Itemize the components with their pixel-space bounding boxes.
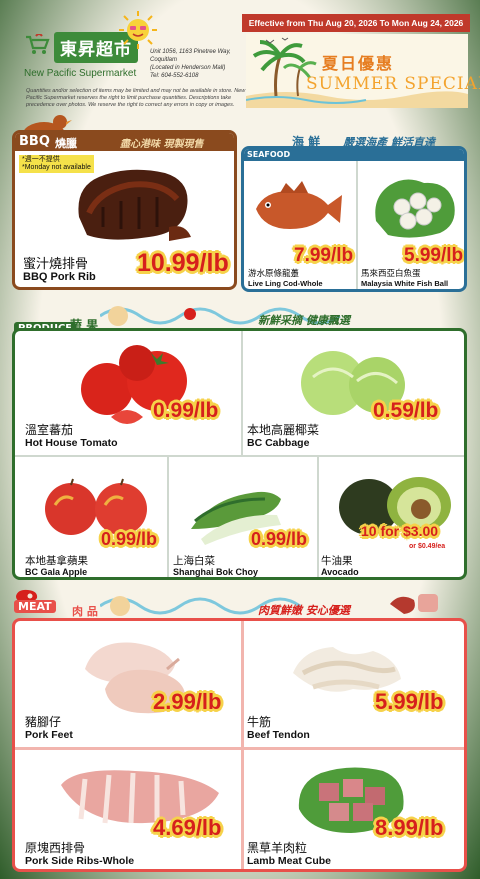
address-line: Coquitlam: [150, 57, 178, 63]
item-name-english: Avocado: [321, 567, 359, 577]
bbq-pork-rib-image: [78, 169, 191, 241]
item-name-chinese: 游水原條龍躉: [248, 269, 300, 279]
seafood-slogan: 嚴選海產 鮮活直達: [343, 136, 435, 149]
item-price: 0.99/lb: [153, 399, 219, 422]
item-price: 0.59/lb: [373, 399, 439, 422]
item-name-chinese: 牛筋: [247, 715, 272, 729]
fish-ball-image: [375, 179, 455, 238]
item-name-chinese: 牛油果: [321, 555, 353, 567]
item-price: 7.99/lb: [294, 245, 354, 266]
summer-special-banner: 夏日優惠 SUMMER SPECIAL: [246, 34, 480, 108]
item-name-chinese: 蜜汁燒排骨: [23, 257, 89, 272]
item-price: 0.99/lb: [101, 529, 158, 549]
item-name-english: Beef Tendon: [247, 729, 310, 741]
produce-divider: [241, 331, 243, 455]
item-name-english: Hot House Tomato: [25, 437, 118, 449]
flyer-header: 東昇超市 New Pacific Supermarket Unit 1056, …: [14, 10, 480, 122]
phone-number: Tel: 604-552-6108: [150, 73, 199, 79]
meat-label-box: MEAT: [14, 588, 58, 613]
produce-divider: [167, 457, 169, 577]
summer-title-chinese: 夏日優惠: [322, 54, 395, 73]
item-name-english: BC Cabbage: [247, 437, 310, 449]
item-name-chinese: 本地高麗椰菜: [247, 423, 320, 437]
item-name-chinese: 豬腳仔: [25, 715, 62, 729]
item-price: 10 for $3.00: [361, 523, 439, 539]
seafood-label-chinese: 海 鮮: [292, 135, 321, 149]
meat-label-chinese: 肉 品: [72, 605, 98, 618]
item-name-chinese: 黑草羊肉粒: [247, 841, 308, 855]
meat-label: MEAT: [14, 600, 56, 613]
item-price: 8.99/lb: [375, 815, 444, 840]
cart-icon: [26, 34, 50, 54]
item-price: 2.99/lb: [153, 689, 222, 714]
gala-apple-image: [45, 478, 147, 535]
summer-title-english: SUMMER SPECIAL: [306, 74, 480, 94]
disclaimer-text: Quantities and/or selection of items may…: [26, 88, 246, 108]
produce-divider: [317, 457, 319, 577]
item-name-chinese: 馬來西亞白魚蛋: [361, 269, 421, 279]
seafood-label: SEAFOOD: [247, 150, 291, 159]
store-address: Unit 1056, 1163 Pinetree Way, Coquitlam …: [150, 48, 240, 80]
address-line: (Located in Henderson Mall): [150, 65, 226, 71]
item-price: 4.69/lb: [153, 815, 222, 840]
item-name-english: Pork Side Ribs-Whole: [25, 855, 135, 867]
item-price: 5.99/lb: [375, 689, 444, 714]
item-name-english: Pork Feet: [25, 729, 73, 741]
item-price: 5.99/lb: [404, 245, 464, 266]
item-name-english: Lamb Meat Cube: [247, 855, 332, 867]
item-name-english: Live Ling Cod-Whole: [248, 279, 323, 288]
item-name-english: BBQ Pork Rib: [23, 271, 96, 283]
item-price: 0.99/lb: [251, 529, 308, 549]
address-line: Unit 1056, 1163 Pinetree Way,: [150, 49, 231, 55]
meat-panel: 豬腳仔 Pork Feet 2.99/lb 牛筋 Beef Tendon 5.9…: [12, 618, 467, 872]
item-name-english: BC Gala Apple: [25, 567, 88, 577]
item-name-english: Shanghai Bok Choy: [173, 567, 259, 577]
bbq-slogan: 盡心港味 現製現售: [120, 139, 204, 150]
item-price: 10.99/lb: [137, 249, 229, 277]
produce-slogan: 新鮮采摘 健康飄選: [258, 314, 350, 327]
logo-english: New Pacific Supermarket: [24, 68, 137, 79]
bbq-panel: BBQ 燒臘 盡心港味 現製現售 *週一不提供 *Monday not avai…: [12, 130, 237, 290]
item-name-chinese: 本地基拿蘋果: [25, 555, 88, 567]
ling-cod-image: [256, 181, 342, 229]
item-name-chinese: 上海白菜: [173, 555, 215, 567]
effective-dates: Effective from Thu Aug 20, 2026 To Mon A…: [242, 14, 470, 32]
produce-panel: 溫室蕃茄 Hot House Tomato 0.99/lb 本地高麗椰菜 BC …: [12, 328, 467, 580]
meat-slogan: 肉質鮮嫩 安心優選: [258, 604, 350, 617]
item-name-english: Malaysia White Fish Ball: [361, 279, 449, 288]
bbq-label: BBQ: [19, 134, 50, 149]
seafood-panel: SEAFOOD 游水原條龍躉 Live Ling Cod-Whole 7.99/…: [241, 146, 467, 292]
bbq-label-chinese: 燒臘: [55, 137, 77, 150]
meat-divider: [15, 747, 464, 750]
item-name-chinese: 溫室蕃茄: [25, 423, 74, 437]
flyer-page: 東昇超市 New Pacific Supermarket Unit 1056, …: [0, 0, 480, 879]
produce-divider: [15, 455, 464, 457]
sun-icon: [119, 11, 157, 49]
seafood-divider: [356, 161, 358, 289]
item-subnote: or $0.49/ea: [409, 543, 446, 550]
item-name-chinese: 原塊西排骨: [25, 841, 86, 855]
